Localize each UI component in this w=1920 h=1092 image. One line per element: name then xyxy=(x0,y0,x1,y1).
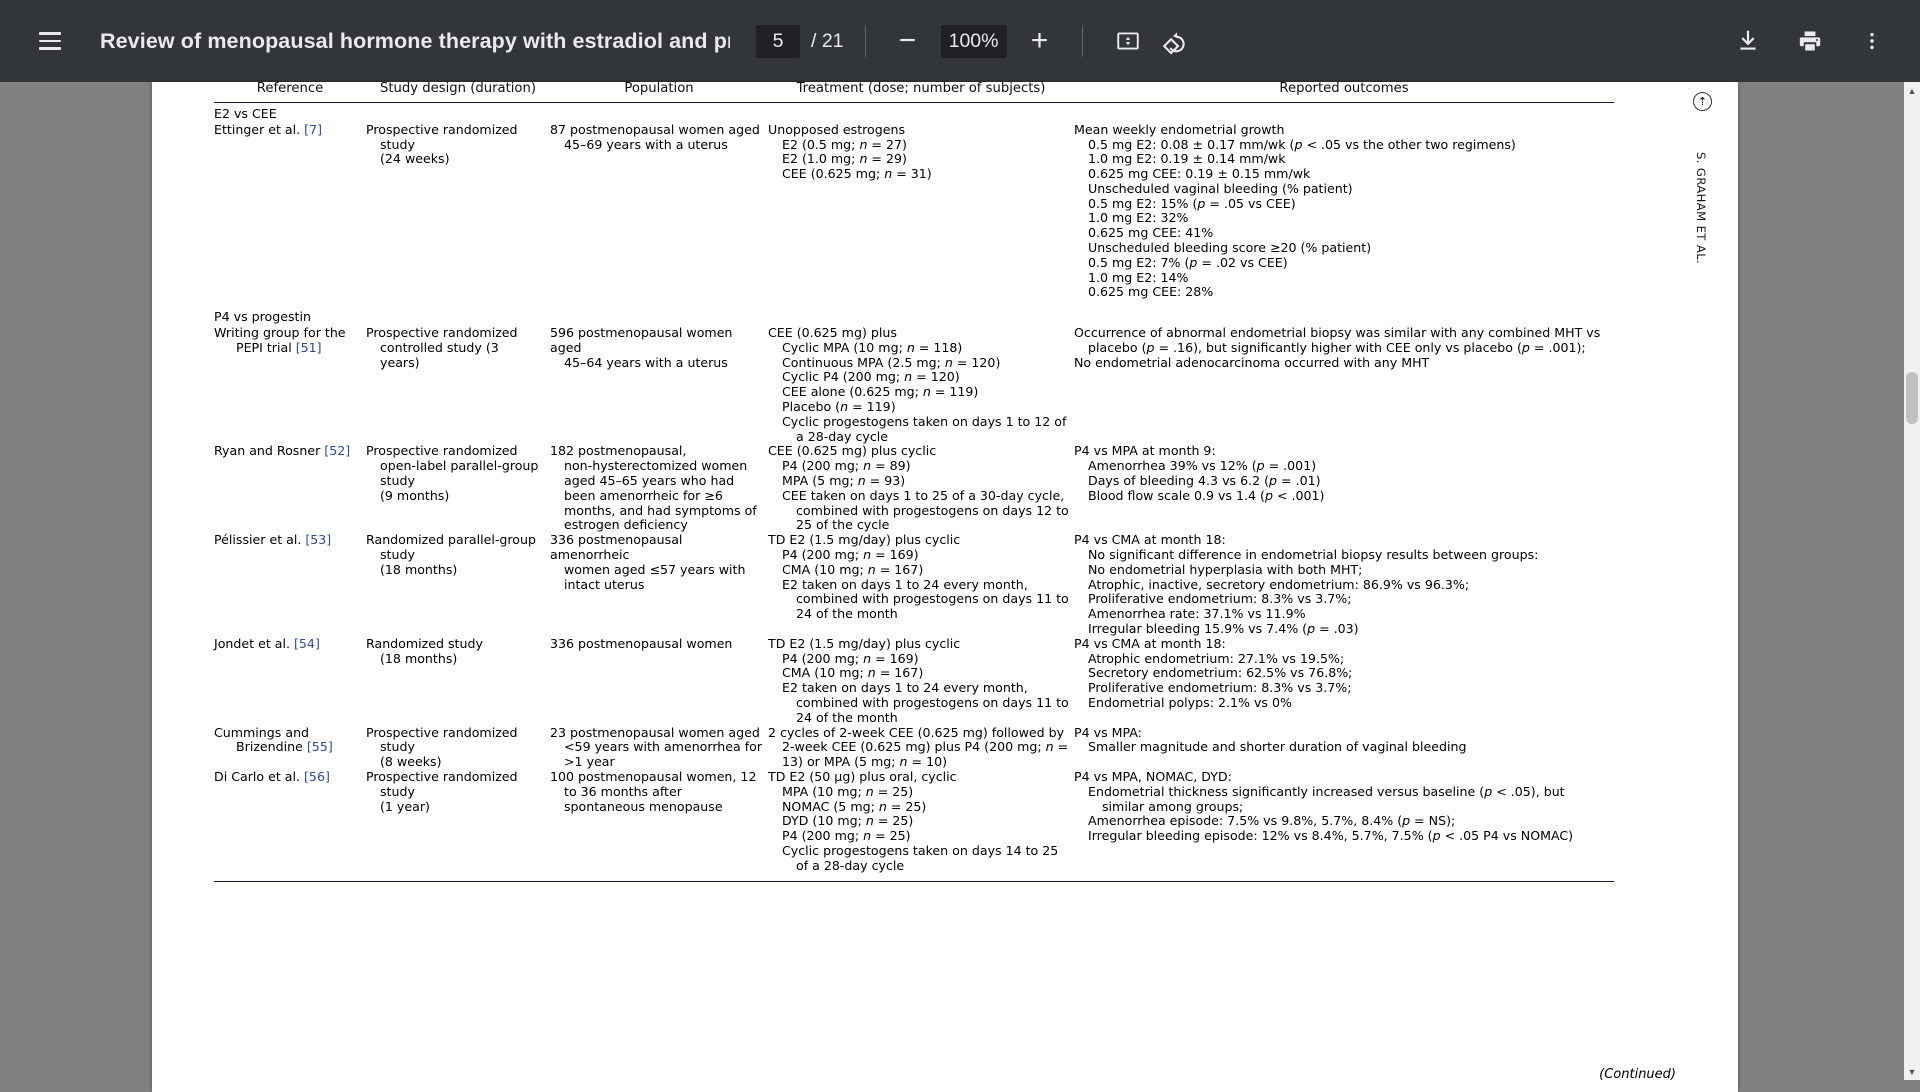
cell-reference: Cummings and Brizendine [55] xyxy=(214,724,333,755)
cell-treatment: 2 cycles of 2-week CEE (0.625 mg) follow… xyxy=(768,724,1069,770)
pdf-viewer-toolbar: Review of menopausal hormone therapy wit… xyxy=(0,0,1920,82)
column-header-study-design: Study design (duration) xyxy=(380,81,536,96)
table-section-label-row: E2 vs CEE xyxy=(214,103,1614,123)
download-icon[interactable] xyxy=(1724,17,1772,65)
table-section-label-row: P4 vs progestin xyxy=(214,300,1614,326)
cell-study-design: Prospective randomized study (24 weeks) xyxy=(366,121,518,167)
cell-treatment: CEE (0.625 mg) plus cyclic P4 (200 mg; n … xyxy=(768,443,1069,533)
table-row: Writing group for the PEPI trial [51] Pro… xyxy=(214,325,1614,444)
cell-population: 336 postmenopausal women xyxy=(550,635,733,651)
cell-population: 336 postmenopausal amenorrheic women aged… xyxy=(550,532,746,592)
scroll-down-arrow[interactable]: ▼ xyxy=(1904,1063,1920,1080)
cell-treatment: TD E2 (1.5 mg/day) plus cyclic P4 (200 mg… xyxy=(768,635,1069,725)
zoom-out-button[interactable]: − xyxy=(887,20,929,62)
cell-treatment: TD E2 (1.5 mg/day) plus cyclic P4 (200 mg… xyxy=(768,532,1069,622)
toolbar-divider-1 xyxy=(864,25,866,57)
zoom-controls: − 100% + xyxy=(887,20,1061,62)
print-icon[interactable] xyxy=(1786,17,1834,65)
table-row: Ryan and Rosner [52] Prospective randomiz… xyxy=(214,444,1614,533)
cell-population: 596 postmenopausal women aged 45–64 years… xyxy=(550,325,737,370)
study-table: Reference Study design (duration) Popula… xyxy=(214,78,1614,882)
cell-study-design: Prospective randomized study (1 year) xyxy=(366,768,518,814)
pdf-viewer-area[interactable]: ⇡ S. GRAHAM ET AL. Reference Study desig… xyxy=(0,81,1920,1092)
table-footer-rule xyxy=(214,880,1614,882)
document-title: Review of menopausal hormone therapy wit… xyxy=(100,28,730,53)
table-row: Ettinger et al. [7] Prospective randomize… xyxy=(214,121,1614,301)
column-header-reference: Reference xyxy=(256,81,324,96)
hamburger-lines xyxy=(39,32,61,50)
table-body: E2 vs CEE Ettinger et al. [7] Prospective … xyxy=(214,103,1614,874)
cell-reference: Ryan and Rosner [52] xyxy=(214,443,351,459)
cell-reference: Ettinger et al. [7] xyxy=(214,121,322,137)
scrollbar-thumb[interactable] xyxy=(1906,372,1918,424)
cell-reported-outcomes: Mean weekly endometrial growth 0.5 mg E2:… xyxy=(1074,121,1516,300)
table-row: Di Carlo et al. [56] Prospective randomiz… xyxy=(214,768,1614,874)
vertical-scrollbar[interactable]: ▲ ▼ xyxy=(1904,82,1920,1080)
cell-reported-outcomes: P4 vs MPA: Smaller magnitude and shorter … xyxy=(1074,724,1467,755)
cell-treatment: CEE (0.625 mg) plus Cyclic MPA (10 mg; n … xyxy=(768,325,1067,444)
table-row: Jondet et al. [54] Randomized study (18 mo… xyxy=(214,635,1614,726)
column-header-reported-outcomes: Reported outcomes xyxy=(1279,81,1409,96)
document-content: ⇡ S. GRAHAM ET AL. Reference Study desig… xyxy=(152,81,1738,1092)
rotate-counterclockwise-icon[interactable] xyxy=(1152,17,1200,65)
cell-reference: Di Carlo et al. [56] xyxy=(214,768,330,784)
fit-to-page-icon[interactable] xyxy=(1104,17,1152,65)
running-head: S. GRAHAM ET AL. xyxy=(1694,152,1708,265)
scroll-up-arrow[interactable]: ▲ xyxy=(1904,82,1920,99)
section-label: E2 vs CEE xyxy=(214,105,277,121)
zoom-level-value[interactable]: 100% xyxy=(940,24,1007,58)
page-total-label: / 21 xyxy=(811,29,844,52)
cell-study-design: Prospective randomized open-label paralle… xyxy=(366,443,539,503)
section-label: P4 vs progestin xyxy=(214,309,311,325)
pdf-page: ⇡ S. GRAHAM ET AL. Reference Study desig… xyxy=(152,81,1738,1092)
cell-reported-outcomes: Occurrence of abnormal endometrial biops… xyxy=(1074,325,1601,370)
table-row: Cummings and Brizendine [55] Prospective … xyxy=(214,724,1614,770)
cell-reference: Writing group for the PEPI trial [51] xyxy=(214,325,346,355)
column-header-population: Population xyxy=(624,81,694,96)
cell-reported-outcomes: P4 vs CMA at month 18: Atrophic endometri… xyxy=(1074,635,1353,710)
cell-population: 100 postmenopausal women, 12 to 36 months… xyxy=(550,768,757,814)
cell-treatment: TD E2 (50 µg) plus oral, cyclic MPA (10 m… xyxy=(768,768,1059,873)
back-to-top-icon[interactable]: ⇡ xyxy=(1693,92,1712,111)
cell-population: 23 postmenopausal women aged <59 years wi… xyxy=(550,724,763,770)
table-header: Reference Study design (duration) Popula… xyxy=(214,78,1614,102)
table-row: Pélissier et al. [53] Randomized parallel… xyxy=(214,532,1614,637)
more-options-icon[interactable] xyxy=(1848,17,1896,65)
cell-study-design: Prospective randomized controlled study (… xyxy=(366,325,518,370)
cell-reference: Jondet et al. [54] xyxy=(214,635,320,651)
cell-population: 182 postmenopausal, non-hysterectomized w… xyxy=(550,443,757,533)
page-number-input[interactable]: 5 xyxy=(756,24,800,58)
cell-population: 87 postmenopausal women aged 45–69 years … xyxy=(550,121,760,152)
cell-reported-outcomes: P4 vs MPA, NOMAC, DYD: Endometrial thickn… xyxy=(1074,768,1574,844)
cell-reported-outcomes: P4 vs MPA at month 9: Amenorrhea 39% vs 1… xyxy=(1074,443,1325,503)
page-navigation: 5 / 21 xyxy=(756,24,844,58)
cell-study-design: Randomized study (18 months) xyxy=(366,635,483,666)
toolbar-right-actions xyxy=(1710,17,1920,65)
cell-study-design: Randomized parallel-group study (18 months… xyxy=(366,532,536,577)
cell-reported-outcomes: P4 vs CMA at month 18: No significant dif… xyxy=(1074,532,1539,636)
toolbar-divider-2 xyxy=(1081,25,1083,57)
hamburger-menu-icon[interactable] xyxy=(26,17,74,65)
cell-reference: Pélissier et al. [53] xyxy=(214,532,332,548)
column-header-treatment: Treatment (dose; number of subjects) xyxy=(796,81,1046,96)
cell-treatment: Unopposed estrogens E2 (0.5 mg; n = 27) E2… xyxy=(768,121,932,182)
zoom-in-button[interactable]: + xyxy=(1019,20,1061,62)
cell-study-design: Prospective randomized study (8 weeks) xyxy=(366,724,518,770)
